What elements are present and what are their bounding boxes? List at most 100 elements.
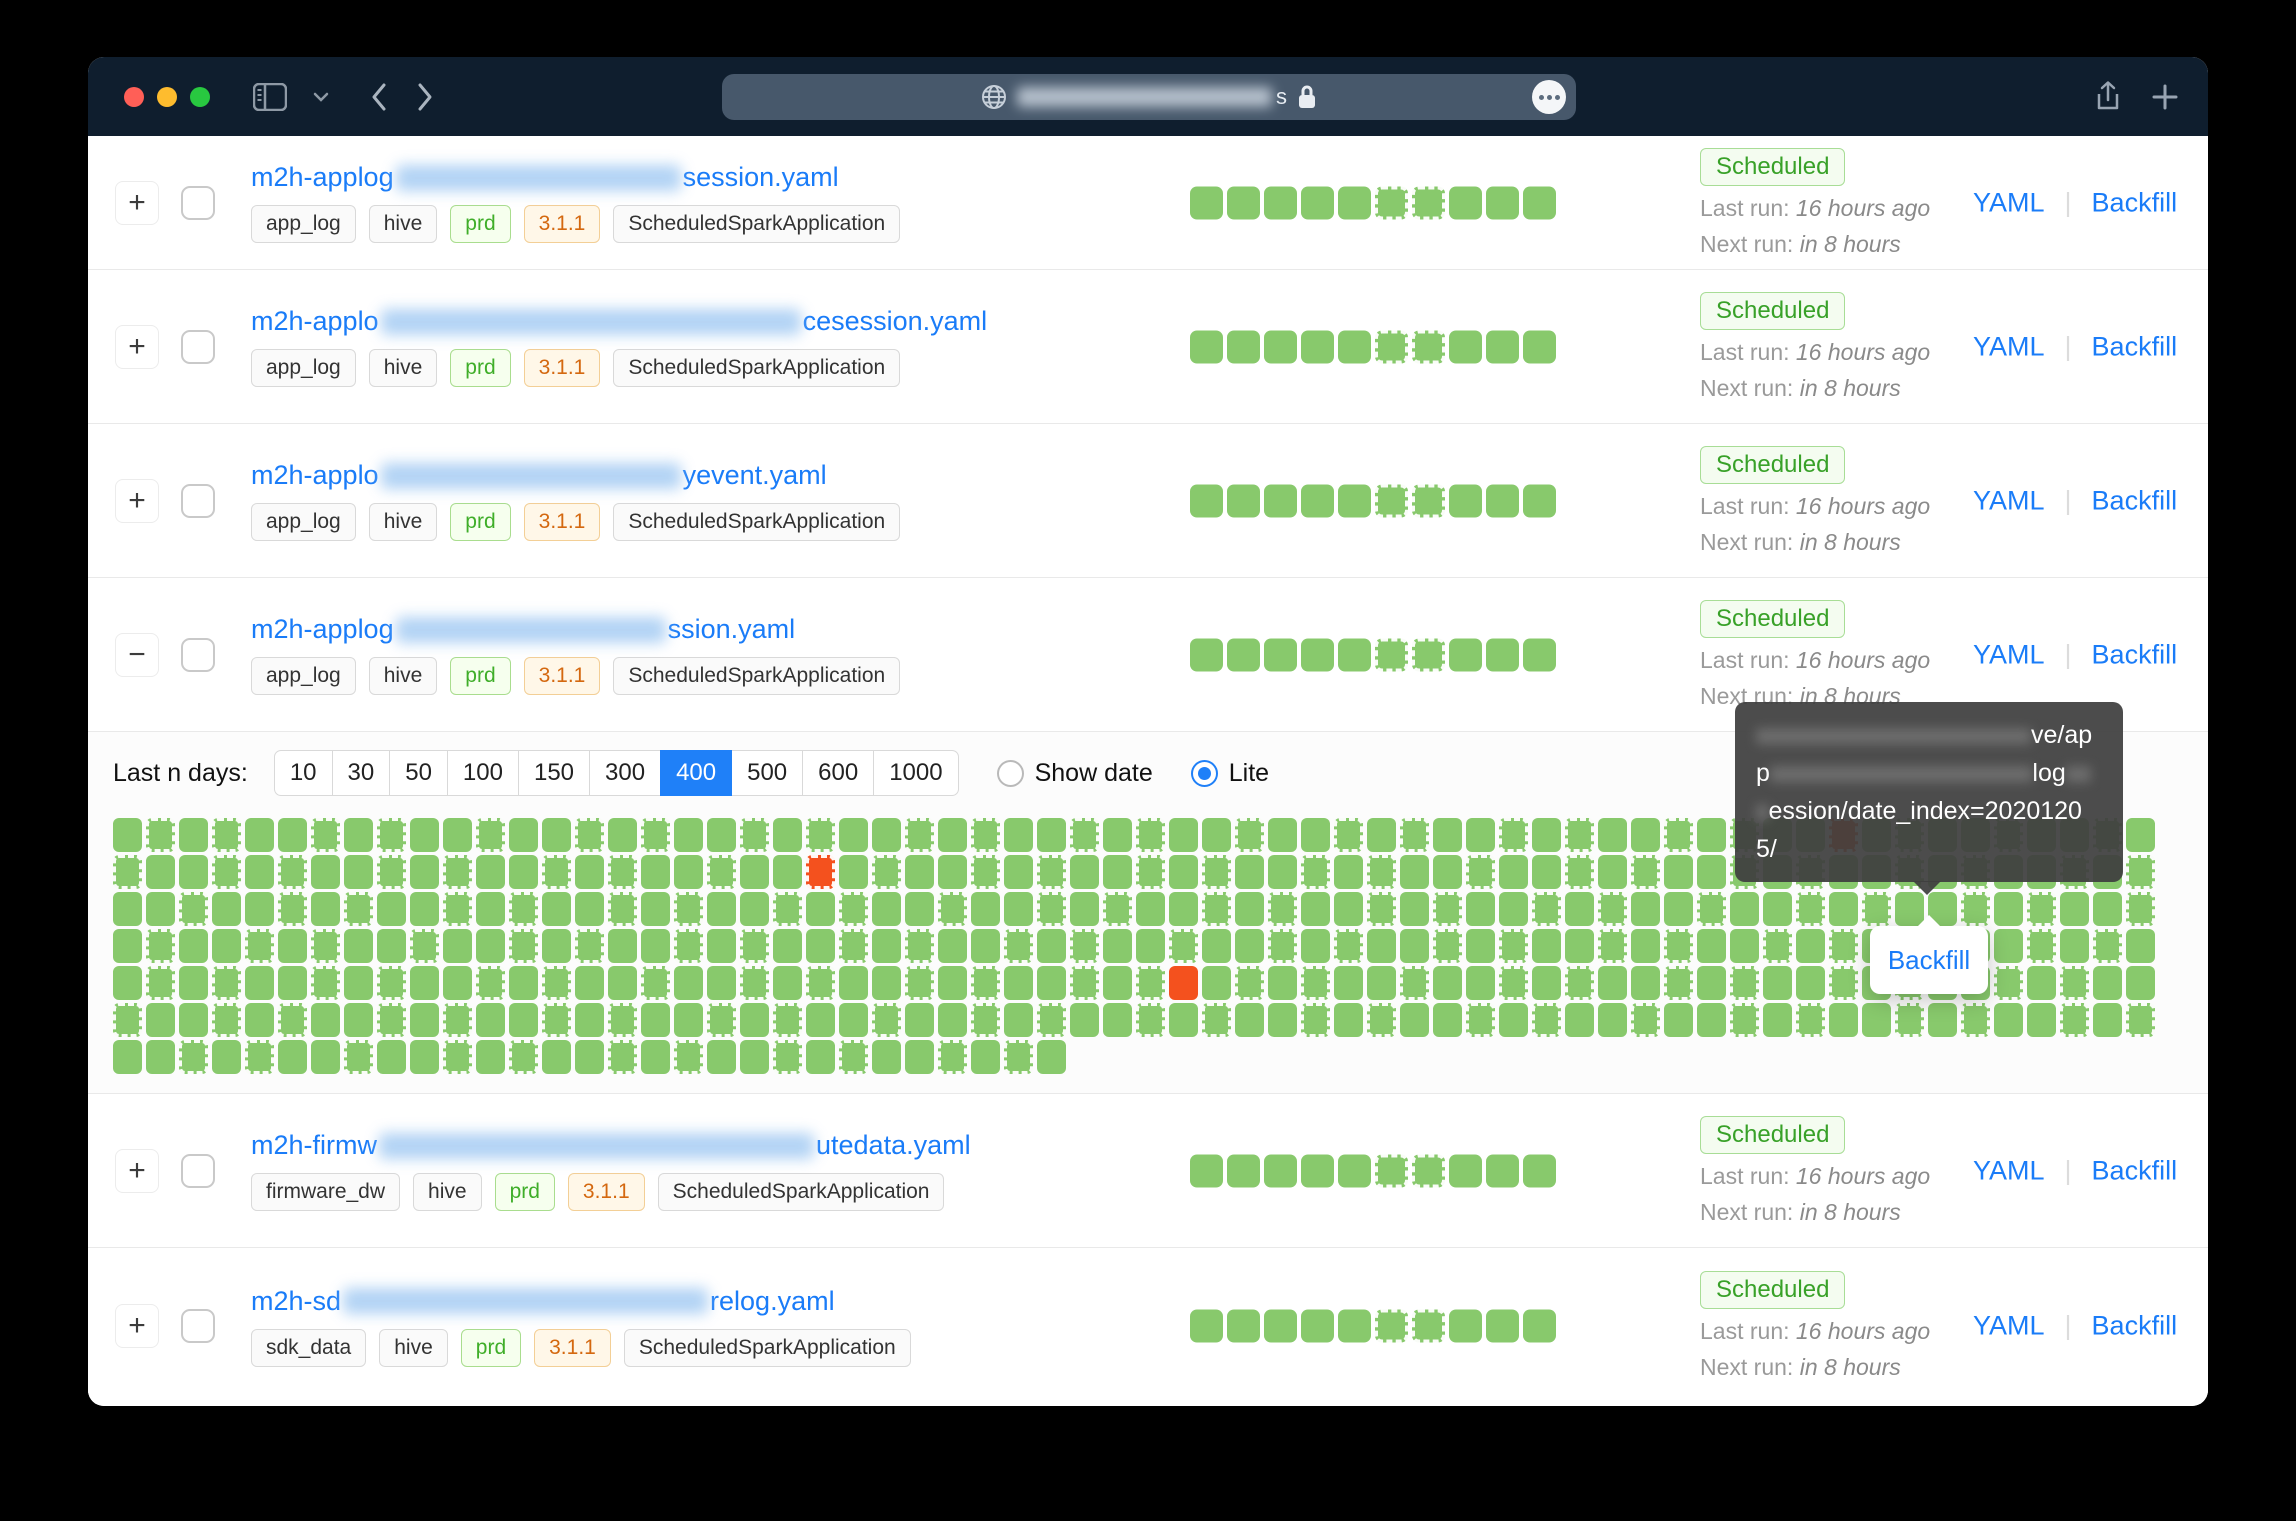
heatmap-cell[interactable] bbox=[2093, 1003, 2122, 1037]
heatmap-cell[interactable] bbox=[146, 818, 175, 852]
heatmap-cell[interactable] bbox=[1400, 1003, 1429, 1037]
expand-row-button[interactable]: + bbox=[115, 325, 159, 369]
heatmap-cell[interactable] bbox=[2060, 892, 2089, 926]
mini-heatmap-cell[interactable] bbox=[1486, 1154, 1519, 1187]
heatmap-cell[interactable] bbox=[311, 855, 340, 889]
heatmap-cell-failed[interactable] bbox=[806, 855, 835, 889]
heatmap-cell[interactable] bbox=[1301, 818, 1330, 852]
expand-row-button[interactable]: + bbox=[115, 181, 159, 225]
heatmap-cell[interactable] bbox=[1037, 855, 1066, 889]
heatmap-cell[interactable] bbox=[1598, 966, 1627, 1000]
heatmap-cell[interactable] bbox=[476, 929, 505, 963]
heatmap-cell[interactable] bbox=[113, 855, 142, 889]
heatmap-cell[interactable] bbox=[245, 892, 274, 926]
day-range-300[interactable]: 300 bbox=[589, 750, 661, 796]
heatmap-cell[interactable] bbox=[2027, 929, 2056, 963]
mini-heatmap-cell[interactable] bbox=[1264, 1154, 1297, 1187]
heatmap-cell[interactable] bbox=[1466, 855, 1495, 889]
heatmap-cell[interactable] bbox=[905, 966, 934, 1000]
heatmap-cell[interactable] bbox=[872, 892, 901, 926]
heatmap-cell[interactable] bbox=[1763, 929, 1792, 963]
heatmap-cell[interactable] bbox=[905, 929, 934, 963]
heatmap-cell[interactable] bbox=[575, 855, 604, 889]
heatmap-cell[interactable] bbox=[1697, 929, 1726, 963]
expand-row-button[interactable]: + bbox=[115, 1149, 159, 1193]
heatmap-cell[interactable] bbox=[1664, 1003, 1693, 1037]
heatmap-cell[interactable] bbox=[542, 966, 571, 1000]
heatmap-cell[interactable] bbox=[344, 929, 373, 963]
heatmap-cell[interactable] bbox=[1829, 929, 1858, 963]
heatmap-cell[interactable] bbox=[1070, 929, 1099, 963]
heatmap-cell[interactable] bbox=[1037, 966, 1066, 1000]
mini-heatmap-cell[interactable] bbox=[1486, 330, 1519, 363]
heatmap-cell[interactable] bbox=[674, 1003, 703, 1037]
heatmap-cell[interactable] bbox=[1334, 855, 1363, 889]
backfill-link[interactable]: Backfill bbox=[2092, 187, 2178, 218]
app-yaml-link[interactable]: m2h-firmwutedata.yaml bbox=[251, 1130, 971, 1161]
heatmap-cell[interactable] bbox=[542, 1003, 571, 1037]
mini-heatmap-cell[interactable] bbox=[1412, 638, 1445, 671]
heatmap-cell[interactable] bbox=[674, 818, 703, 852]
mini-heatmap-cell[interactable] bbox=[1412, 330, 1445, 363]
heatmap-cell[interactable] bbox=[839, 892, 868, 926]
heatmap-cell[interactable] bbox=[1565, 855, 1594, 889]
day-range-1000[interactable]: 1000 bbox=[873, 750, 958, 796]
heatmap-cell[interactable] bbox=[542, 855, 571, 889]
heatmap-cell[interactable] bbox=[509, 1040, 538, 1074]
heatmap-cell[interactable] bbox=[1499, 855, 1528, 889]
back-button[interactable] bbox=[369, 81, 389, 113]
mini-heatmap-cell[interactable] bbox=[1301, 330, 1334, 363]
heatmap-cell[interactable] bbox=[608, 1003, 637, 1037]
mini-heatmap-cell[interactable] bbox=[1375, 484, 1408, 517]
yaml-link[interactable]: YAML bbox=[1973, 187, 2045, 218]
heatmap-cell[interactable] bbox=[278, 892, 307, 926]
heatmap-cell[interactable] bbox=[707, 892, 736, 926]
heatmap-cell[interactable] bbox=[1598, 855, 1627, 889]
heatmap-cell[interactable] bbox=[179, 1040, 208, 1074]
heatmap-cell[interactable] bbox=[872, 929, 901, 963]
mini-heatmap-cell[interactable] bbox=[1190, 1154, 1223, 1187]
heatmap-cell[interactable] bbox=[1400, 966, 1429, 1000]
heatmap-cell[interactable] bbox=[509, 966, 538, 1000]
heatmap-cell[interactable] bbox=[377, 1003, 406, 1037]
heatmap-cell[interactable] bbox=[806, 1040, 835, 1074]
zoom-window-button[interactable] bbox=[190, 87, 210, 107]
heatmap-cell[interactable] bbox=[1367, 1003, 1396, 1037]
heatmap-cell[interactable] bbox=[278, 1003, 307, 1037]
heatmap-cell[interactable] bbox=[1037, 1003, 1066, 1037]
heatmap-cell[interactable] bbox=[443, 966, 472, 1000]
heatmap-cell[interactable] bbox=[1862, 1003, 1891, 1037]
heatmap-cell[interactable] bbox=[905, 818, 934, 852]
heatmap-cell[interactable] bbox=[179, 818, 208, 852]
mini-heatmap-cell[interactable] bbox=[1301, 1154, 1334, 1187]
heatmap-cell[interactable] bbox=[443, 855, 472, 889]
lite-radio-circle[interactable] bbox=[1191, 760, 1218, 787]
heatmap-cell[interactable] bbox=[740, 929, 769, 963]
heatmap-cell[interactable] bbox=[740, 966, 769, 1000]
heatmap-cell[interactable] bbox=[773, 818, 802, 852]
heatmap-cell[interactable] bbox=[806, 892, 835, 926]
heatmap-cell[interactable] bbox=[146, 966, 175, 1000]
heatmap-cell[interactable] bbox=[1202, 1003, 1231, 1037]
mini-heatmap-cell[interactable] bbox=[1338, 638, 1371, 671]
heatmap-cell[interactable] bbox=[1301, 929, 1330, 963]
heatmap-cell[interactable] bbox=[179, 855, 208, 889]
heatmap-cell[interactable] bbox=[971, 1003, 1000, 1037]
heatmap-cell[interactable] bbox=[1796, 892, 1825, 926]
heatmap-cell[interactable] bbox=[1532, 892, 1561, 926]
row-checkbox[interactable] bbox=[181, 484, 215, 518]
heatmap-cell[interactable] bbox=[1070, 818, 1099, 852]
heatmap-cell[interactable] bbox=[443, 818, 472, 852]
heatmap-cell[interactable] bbox=[542, 1040, 571, 1074]
heatmap-cell[interactable] bbox=[1730, 892, 1759, 926]
heatmap-cell[interactable] bbox=[905, 1003, 934, 1037]
backfill-link[interactable]: Backfill bbox=[2092, 1155, 2178, 1186]
heatmap-cell[interactable] bbox=[509, 892, 538, 926]
heatmap-cell[interactable] bbox=[377, 818, 406, 852]
heatmap-cell[interactable] bbox=[212, 818, 241, 852]
heatmap-cell[interactable] bbox=[245, 1003, 274, 1037]
mini-heatmap-cell[interactable] bbox=[1523, 638, 1556, 671]
mini-heatmap-cell[interactable] bbox=[1338, 1154, 1371, 1187]
heatmap-cell[interactable] bbox=[1235, 1003, 1264, 1037]
day-range-100[interactable]: 100 bbox=[447, 750, 519, 796]
